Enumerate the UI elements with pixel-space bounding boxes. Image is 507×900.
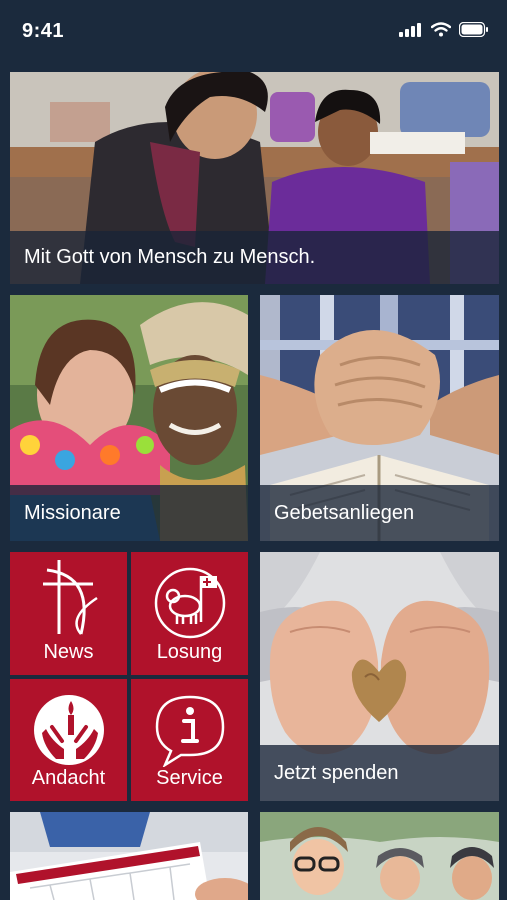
gebetsanliegen-caption-text: Gebetsanliegen xyxy=(274,501,415,524)
signal-icon xyxy=(399,22,421,37)
calendar-photo xyxy=(10,812,248,900)
calendar-tile[interactable] xyxy=(10,812,248,900)
lamb-flag-icon xyxy=(154,567,225,639)
spenden-tile[interactable]: Jetzt spenden xyxy=(260,552,499,801)
news-tile[interactable]: News xyxy=(10,552,127,675)
missionare-caption: Missionare xyxy=(10,485,248,541)
losung-label: Losung xyxy=(156,641,223,663)
service-tile[interactable]: Service xyxy=(131,679,248,801)
info-bubble-icon xyxy=(155,695,224,767)
news-label: News xyxy=(43,641,94,663)
gebetsanliegen-tile[interactable]: Gebetsanliegen xyxy=(260,295,499,541)
status-icons xyxy=(399,22,489,37)
missionare-tile[interactable]: Missionare xyxy=(10,295,248,541)
battery-icon xyxy=(459,22,488,37)
wifi-icon xyxy=(431,22,451,37)
spenden-caption: Jetzt spenden xyxy=(260,745,499,801)
losung-tile[interactable]: Losung xyxy=(131,552,248,675)
andacht-label: Andacht xyxy=(31,767,106,789)
cross-arc-icon xyxy=(42,560,98,635)
missionare-caption-text: Missionare xyxy=(24,501,121,524)
andacht-tile[interactable]: Andacht xyxy=(10,679,127,801)
status-time: 9:41 xyxy=(22,20,65,42)
team-tile[interactable] xyxy=(260,812,499,900)
hands-candle-icon xyxy=(33,695,104,765)
status-bar: 9:41 xyxy=(0,0,507,66)
service-label: Service xyxy=(156,767,223,789)
gebetsanliegen-caption: Gebetsanliegen xyxy=(260,485,499,541)
hero-tile[interactable]: Mit Gott von Mensch zu Mensch. xyxy=(10,72,499,284)
hero-caption: Mit Gott von Mensch zu Mensch. xyxy=(10,231,499,284)
spenden-caption-text: Jetzt spenden xyxy=(274,761,399,784)
hero-caption-text: Mit Gott von Mensch zu Mensch. xyxy=(24,246,316,268)
team-photo xyxy=(260,812,499,900)
